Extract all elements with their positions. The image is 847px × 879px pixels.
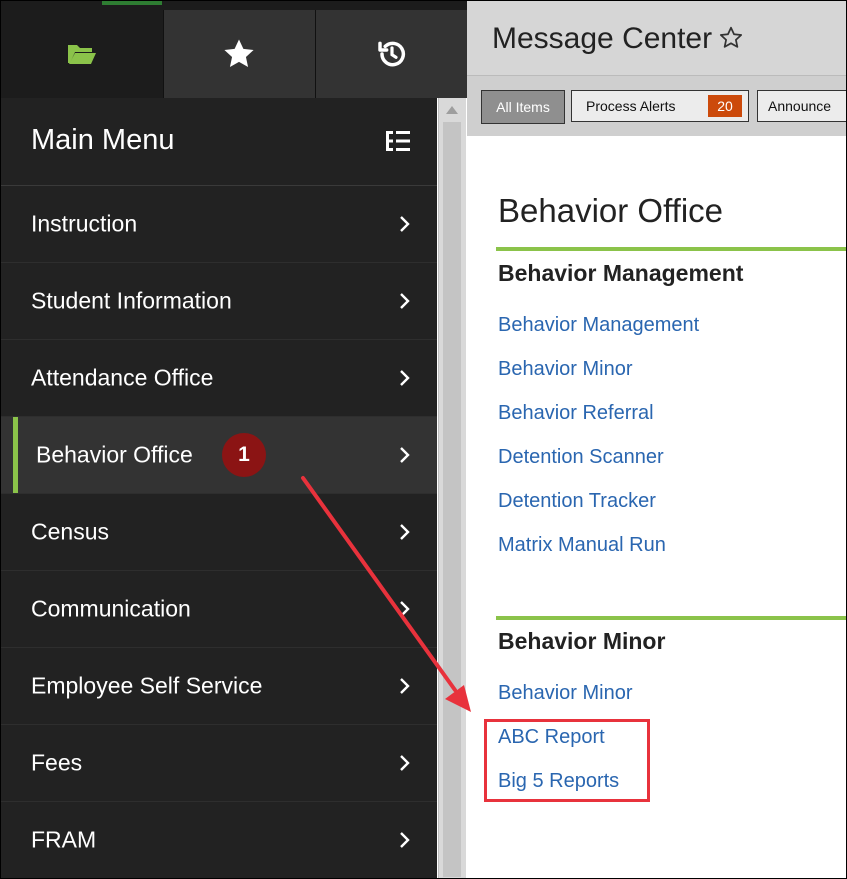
link-behavior-minor-2[interactable]: Behavior Minor (498, 682, 633, 705)
chevron-right-icon (400, 524, 410, 540)
sidebar-scrollbar[interactable] (438, 98, 466, 878)
top-strip (1, 1, 467, 10)
main-panel: Message Center All Items Process Alerts … (467, 1, 846, 878)
main-menu-header: Main Menu (1, 98, 437, 186)
menu-item-attendance-office[interactable]: Attendance Office (1, 340, 437, 417)
main-menu-title: Main Menu (31, 124, 175, 156)
tab-label: Process Alerts (586, 98, 676, 114)
tab-label: Announce (768, 98, 832, 114)
sidebar-icon-tabs (1, 10, 467, 98)
section-title: Behavior Office (498, 192, 724, 229)
menu-item-student-information[interactable]: Student Information (1, 263, 437, 340)
page-title: Message Center (492, 22, 744, 56)
tab-process-alerts[interactable]: Process Alerts 20 (571, 90, 749, 122)
tab-all-items[interactable]: All Items (481, 90, 565, 124)
menu-item-fees[interactable]: Fees (1, 725, 437, 802)
menu-item-employee-self-service[interactable]: Employee Self Service (1, 648, 437, 725)
menu-item-instruction[interactable]: Instruction (1, 186, 437, 263)
menu-item-fram[interactable]: FRAM (1, 802, 437, 878)
link-behavior-referral[interactable]: Behavior Referral (498, 402, 654, 425)
main-menu-list: Instruction Student Information Attendan… (1, 186, 437, 878)
link-behavior-minor[interactable]: Behavior Minor (498, 358, 633, 381)
page-header: Message Center (467, 1, 846, 75)
chevron-right-icon (400, 370, 410, 386)
section-divider (496, 616, 846, 620)
menu-item-label: Student Information (31, 287, 232, 314)
chevron-right-icon (400, 678, 410, 694)
menu-item-behavior-office[interactable]: Behavior Office 1 (1, 417, 437, 494)
menu-item-census[interactable]: Census (1, 494, 437, 571)
link-behavior-management[interactable]: Behavior Management (498, 314, 699, 337)
link-detention-scanner[interactable]: Detention Scanner (498, 446, 664, 469)
page-title-text: Message Center (492, 22, 713, 55)
chevron-right-icon (400, 447, 410, 463)
menu-item-label: Fees (31, 749, 83, 776)
scroll-up-arrow-icon[interactable] (446, 106, 458, 114)
scrollbar-thumb[interactable] (443, 122, 461, 877)
highlight-box (484, 719, 650, 802)
message-tabs: All Items Process Alerts 20 Announce (467, 75, 846, 136)
history-icon (377, 41, 405, 67)
chevron-right-icon (400, 832, 410, 848)
menu-item-label: Attendance Office (31, 364, 214, 391)
tab-folders[interactable] (1, 10, 163, 98)
menu-item-label: Employee Self Service (31, 672, 263, 699)
tab-label: All Items (496, 99, 550, 115)
menu-item-label: Communication (31, 595, 191, 622)
star-icon (224, 39, 255, 68)
tab-history[interactable] (315, 10, 467, 98)
chevron-right-icon (400, 293, 410, 309)
active-tab-indicator (102, 1, 162, 5)
chevron-right-icon (400, 755, 410, 771)
chevron-right-icon (400, 216, 410, 232)
app-frame: Main Menu Instruction Student Informatio… (0, 0, 847, 879)
group-title-behavior-management: Behavior Management (498, 260, 744, 286)
tab-favorites[interactable] (162, 10, 316, 98)
step-badge: 1 (222, 433, 266, 477)
group-title-behavior-minor: Behavior Minor (498, 628, 666, 654)
link-detention-tracker[interactable]: Detention Tracker (498, 490, 656, 513)
tree-list-icon[interactable] (385, 128, 411, 154)
link-matrix-manual-run[interactable]: Matrix Manual Run (498, 534, 666, 557)
tab-announcements[interactable]: Announce (757, 90, 846, 122)
menu-item-label: Instruction (31, 210, 138, 237)
section-divider (496, 247, 846, 251)
alert-count-badge: 20 (708, 95, 742, 117)
menu-item-label: FRAM (31, 826, 97, 853)
menu-item-label: Census (31, 518, 109, 545)
chevron-right-icon (400, 601, 410, 617)
favorite-star-icon[interactable] (718, 25, 744, 51)
folder-open-icon (67, 45, 96, 64)
menu-item-label: Behavior Office (36, 441, 193, 468)
menu-item-communication[interactable]: Communication (1, 571, 437, 648)
